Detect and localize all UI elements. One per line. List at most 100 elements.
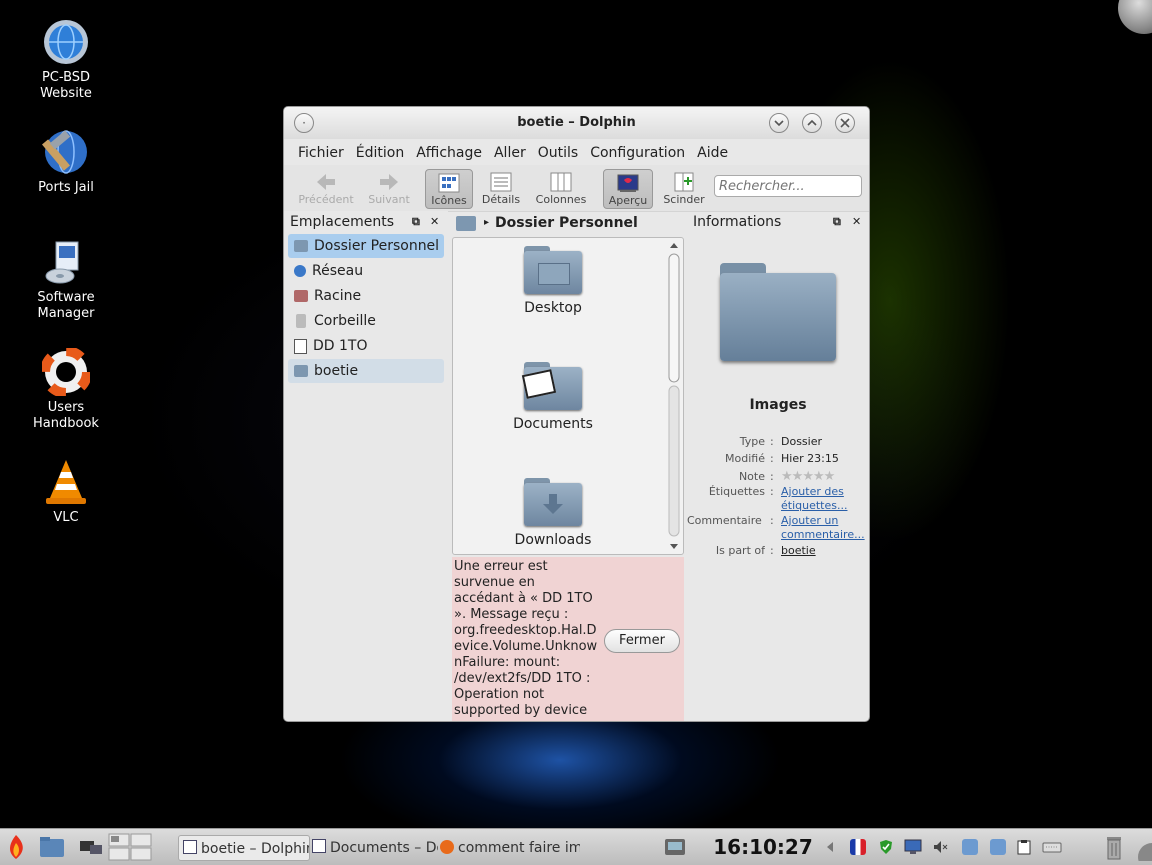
file-item[interactable]: Downloads [453,478,653,548]
close-button[interactable] [835,113,855,133]
task-button-dolphin-documents[interactable]: Documents – Dolphin [312,835,438,861]
keyboard-icon[interactable] [1042,839,1062,855]
back-button[interactable]: Précédent [294,169,358,209]
split-button[interactable]: Scinder [659,169,709,209]
panel-close-icon[interactable]: ✕ [852,211,861,233]
tray-expand-arrow-icon[interactable] [822,839,838,855]
dolphin-window: · boetie – Dolphin Fichier Édition Affic… [283,106,870,722]
volume-muted-icon[interactable] [932,839,948,855]
close-error-button[interactable]: Fermer [604,629,680,653]
star-icon[interactable]: ★ [802,469,814,484]
panel-close-icon[interactable]: ✕ [430,211,439,233]
details-view-button[interactable]: Détails [477,169,525,209]
desktop-icon-software-manager[interactable]: Software Manager [11,238,121,322]
desktop-icon-vlc[interactable]: VLC [11,458,121,526]
preview-icon [604,172,652,194]
info-key: Note [738,470,765,483]
security-shield-icon[interactable] [878,839,894,855]
star-icon[interactable]: ★ [781,469,793,484]
places-item-boetie[interactable]: boetie [288,359,444,383]
file-item[interactable]: Desktop [453,246,653,316]
forward-label: Suivant [368,193,410,206]
places-item-dossier-personnel[interactable]: Dossier Personnel [288,234,444,258]
desktop-icon-ports-jail[interactable]: Ports Jail [11,128,121,196]
display-monitor-icon[interactable] [904,839,922,855]
kickoff-launcher-icon[interactable] [2,833,30,861]
menu-fichier[interactable]: Fichier [292,139,350,165]
keyboard-layout-flag-icon[interactable] [850,839,866,855]
task-button-dolphin-boetie[interactable]: boetie – Dolphin [178,835,310,861]
search-input[interactable] [714,175,862,197]
file-name: Downloads [514,532,592,548]
desktop-icon-label: Ports Jail [38,180,94,195]
menu-configuration[interactable]: Configuration [584,139,691,165]
forward-button[interactable]: Suivant [362,169,416,209]
desktop-icon-users-handbook[interactable]: Users Handbook [11,346,121,432]
pager-icon[interactable] [108,833,152,861]
large-folder-preview-icon [720,263,838,363]
vlc-cone-icon [42,458,90,506]
menu-aller[interactable]: Aller [488,139,532,165]
globe-hammer-icon [42,128,90,176]
information-panel-title: Informations [693,214,782,230]
task-button-firefox[interactable]: comment faire imprimer [440,835,580,861]
digital-clock[interactable]: 16:10:27 [710,833,816,861]
chevron-down-icon [774,120,784,127]
task-label: Documents – Dolphin [330,840,438,856]
undock-icon[interactable]: ⧉ [412,211,420,233]
menu-outils[interactable]: Outils [532,139,584,165]
places-item-label: Racine [314,288,362,304]
window-titlebar[interactable]: · boetie – Dolphin [284,107,869,139]
columns-view-button[interactable]: Colonnes [532,169,590,209]
file-name: Desktop [524,300,582,316]
file-icon-view[interactable]: Desktop Documents Downloads [452,237,684,555]
places-item-racine[interactable]: Racine [288,284,444,308]
info-key: Is part of [715,544,765,557]
folder-icon [294,365,308,377]
desktop-icon-label: Manager [37,306,95,321]
vertical-scrollbar[interactable] [667,240,681,552]
desktop-icon-label: Software [37,290,95,305]
add-comment-link[interactable]: Ajouter un commentaire... [781,514,865,542]
places-item-label: Dossier Personnel [314,238,440,254]
device-notifier-icon[interactable] [662,833,688,861]
minimize-button[interactable] [769,113,789,133]
desktop-icon-pcbsd-website[interactable]: PC-BSD Website [11,18,121,102]
arrow-left-icon [294,171,358,193]
information-panel: Informations ⧉ ✕ Images Type: Dossier Mo… [687,211,869,721]
icons-view-button[interactable]: Icônes [425,169,473,209]
network-launcher-icon[interactable] [76,833,104,861]
info-value: Hier 23:15 [781,452,839,465]
part-of-link[interactable]: boetie [781,544,865,558]
places-item-reseau[interactable]: Réseau [288,259,444,283]
window-menu-button[interactable]: · [294,113,314,133]
trash-icon[interactable] [1100,833,1128,861]
file-manager-launcher-icon[interactable] [38,833,66,861]
add-tags-link[interactable]: Ajouter des étiquettes... [781,485,865,513]
undock-icon[interactable]: ⧉ [833,211,841,233]
menu-affichage[interactable]: Affichage [410,139,488,165]
places-item-dd-1to[interactable]: DD 1TO [288,334,444,358]
maximize-button[interactable] [802,113,822,133]
network-connection-icon[interactable] [962,839,978,855]
menu-aide[interactable]: Aide [691,139,734,165]
panel-toolbox-icon[interactable] [1132,833,1152,865]
breadcrumb-current: Dossier Personnel [495,215,638,231]
menu-edition[interactable]: Édition [350,139,410,165]
star-icon[interactable]: ★ [813,469,825,484]
network-connection-icon[interactable] [990,839,1006,855]
preview-button[interactable]: Aperçu [603,169,653,209]
taskbar: boetie – Dolphin Documents – Dolphin com… [0,828,1152,865]
close-icon [840,118,850,128]
info-key: Étiquettes [708,485,765,498]
star-icon[interactable]: ★ [792,469,804,484]
window-title: boetie – Dolphin [517,115,636,130]
home-folder-icon [456,215,476,231]
rating-stars[interactable]: ★★★★★ [781,470,865,484]
clipboard-icon[interactable] [1016,839,1032,855]
breadcrumb[interactable]: ▸ Dossier Personnel [452,211,684,235]
firefox-icon [440,840,454,854]
places-item-corbeille[interactable]: Corbeille [288,309,444,333]
file-item[interactable]: Documents [453,362,653,432]
star-icon[interactable]: ★ [824,469,836,484]
